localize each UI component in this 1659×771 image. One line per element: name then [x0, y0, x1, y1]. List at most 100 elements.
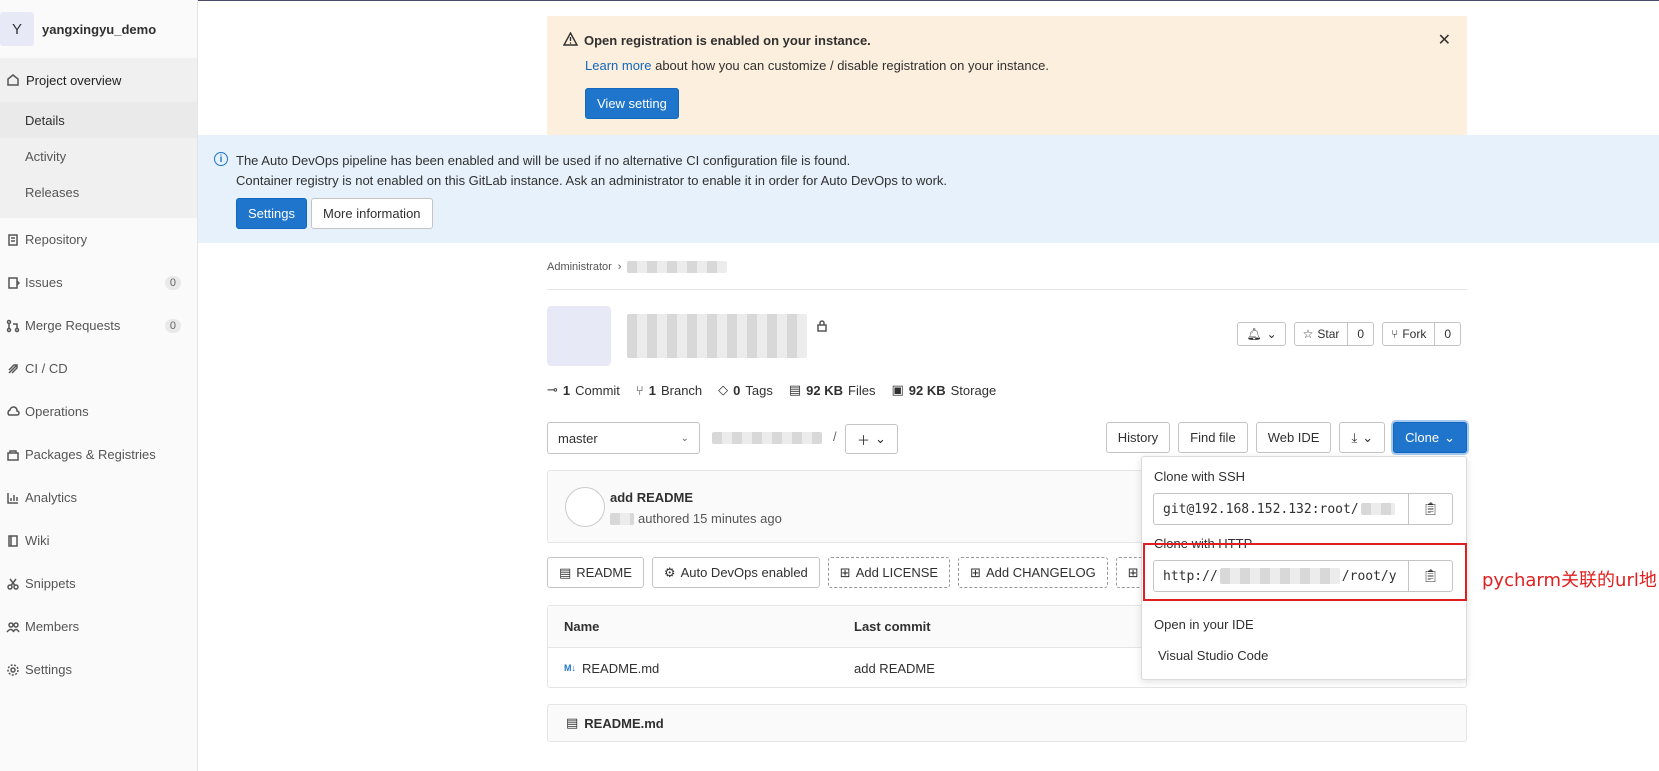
star-count[interactable]: 0: [1348, 327, 1373, 341]
button-label: Auto DevOps enabled: [680, 565, 808, 580]
auto-devops-actions: Settings More information: [236, 198, 433, 229]
fork-group[interactable]: ⑂ Fork 0: [1382, 322, 1461, 346]
file-name-cell[interactable]: M↓ README.md: [548, 661, 854, 676]
tag-icon: ◇: [718, 382, 729, 397]
stat-files[interactable]: ▤ 92 KB Files: [789, 382, 876, 398]
sidebar-item-repository[interactable]: Repository: [0, 218, 197, 261]
find-file-button[interactable]: Find file: [1178, 422, 1248, 453]
book-icon: [0, 534, 25, 548]
breadcrumb-root[interactable]: Administrator: [547, 261, 612, 273]
open-in-vscode-item[interactable]: Visual Studio Code: [1158, 648, 1268, 663]
sidebar-item-settings[interactable]: Settings: [0, 648, 197, 691]
sidebar-item-operations[interactable]: Operations: [0, 390, 197, 433]
sidebar-item-details[interactable]: Details: [0, 102, 197, 138]
stat-number: 1: [648, 382, 656, 398]
add-file-dropdown[interactable]: ＋ ⌄: [845, 424, 898, 454]
sidebar-item-wiki[interactable]: Wiki: [0, 519, 197, 562]
breadcrumb-project-redacted[interactable]: [627, 261, 728, 273]
sidebar-item-ci-cd[interactable]: CI / CD: [0, 347, 197, 390]
ssh-url-redacted: [1360, 503, 1395, 515]
last-commit-cell[interactable]: add README: [854, 661, 1154, 676]
more-information-button[interactable]: More information: [310, 198, 433, 229]
sidebar-item-releases[interactable]: Releases: [0, 174, 197, 210]
chevron-down-icon: ⌄: [1362, 429, 1374, 445]
add-changelog-button[interactable]: ⊞ Add CHANGELOG: [958, 557, 1108, 588]
project-shortcut-buttons: ▤ README ⚙ Auto DevOps enabled ⊞ Add LICENS…: [547, 557, 1172, 588]
scissors-icon: [0, 577, 25, 591]
star-group[interactable]: ☆ Star 0: [1293, 322, 1375, 346]
sidebar-item-label: Issues: [25, 275, 63, 290]
alert-title-text: Open registration is enabled on your ins…: [584, 33, 871, 48]
button-label: README: [576, 565, 632, 580]
history-button[interactable]: History: [1105, 422, 1171, 453]
sidebar-item-label: Analytics: [25, 490, 78, 505]
close-icon[interactable]: ✕: [1438, 30, 1451, 50]
settings-button[interactable]: Settings: [236, 198, 307, 229]
file-icon: ▤: [566, 715, 579, 730]
stat-commits[interactable]: ⊸ 1 Commit: [547, 382, 620, 398]
info-icon: i: [214, 152, 228, 166]
sidebar-item-label: CI / CD: [25, 361, 68, 376]
copy-ssh-button[interactable]: 📋︎: [1408, 494, 1452, 524]
download-button[interactable]: ⤓ ⌄: [1339, 422, 1386, 453]
breadcrumb: Administrator ›: [547, 261, 728, 273]
commit-author-avatar[interactable]: [565, 487, 605, 527]
stat-branches[interactable]: ⑂ 1 Branch: [636, 383, 702, 398]
commit-icon: ⊸: [547, 382, 558, 397]
plus-icon: ＋: [857, 432, 871, 448]
chevron-right-icon: ›: [617, 261, 622, 273]
sidebar-item-activity[interactable]: Activity: [0, 138, 197, 174]
notification-button[interactable]: 🔔︎ ⌄: [1237, 322, 1286, 346]
project-name[interactable]: yangxingyu_demo: [42, 22, 156, 37]
file-name[interactable]: README.md: [582, 661, 659, 676]
registration-alert-desc: Learn more about how you can customize /…: [585, 58, 1049, 73]
cloud-icon: [0, 405, 25, 419]
star-button[interactable]: ☆ Star: [1295, 323, 1349, 345]
sidebar-item-label: Merge Requests: [25, 318, 121, 333]
file-icon: ▤: [559, 564, 572, 580]
sidebar-item-project-overview[interactable]: Project overview: [0, 58, 197, 102]
gear-icon: ⚙: [663, 564, 676, 580]
sidebar-item-members[interactable]: Members: [0, 605, 197, 648]
column-header-name: Name: [564, 619, 600, 634]
project-avatar[interactable]: Y: [0, 12, 34, 46]
annotation-text: pycharm关联的url地: [1482, 570, 1657, 591]
sidebar-item-snippets[interactable]: Snippets: [0, 562, 197, 605]
clone-ssh-value[interactable]: git@192.168.152.132:root/: [1154, 494, 1408, 524]
plus-square-icon: ⊞: [839, 564, 851, 580]
readme-title[interactable]: README.md: [584, 716, 663, 731]
auto-devops-button[interactable]: ⚙ Auto DevOps enabled: [651, 557, 820, 588]
fork-count[interactable]: 0: [1435, 327, 1460, 341]
sidebar-item-label: Settings: [25, 662, 72, 677]
commit-author-redacted[interactable]: [610, 512, 634, 525]
package-icon: [0, 448, 25, 462]
fork-button[interactable]: ⑂ Fork: [1383, 323, 1436, 345]
sidebar-item-packages[interactable]: Packages & Registries: [0, 433, 197, 476]
repository-actions: History Find file Web IDE ⤓ ⌄ Clone ⌄: [1105, 422, 1467, 453]
view-setting-button[interactable]: View setting: [585, 88, 679, 119]
sidebar-item-label: Operations: [25, 404, 89, 419]
clone-ssh-field[interactable]: git@192.168.152.132:root/ 📋︎: [1153, 493, 1453, 525]
sidebar-item-analytics[interactable]: Analytics: [0, 476, 197, 519]
registration-alert: Open registration is enabled on your ins…: [547, 16, 1467, 135]
sidebar-header[interactable]: Y yangxingyu_demo: [0, 0, 197, 58]
stat-storage[interactable]: ▣ 92 KB Storage: [891, 382, 996, 398]
commit-message[interactable]: add README: [610, 490, 693, 505]
sidebar-item-issues[interactable]: Issues 0: [0, 261, 197, 304]
branch-select[interactable]: master ⌄: [547, 422, 700, 454]
web-ide-button[interactable]: Web IDE: [1255, 422, 1332, 453]
gear-icon: [0, 663, 25, 677]
clone-button[interactable]: Clone ⌄: [1393, 422, 1467, 453]
markdown-icon: M↓: [564, 663, 576, 673]
sidebar-item-label: Members: [25, 619, 80, 634]
stat-tags[interactable]: ◇ 0 Tags: [718, 382, 773, 398]
path-redacted[interactable]: [712, 432, 822, 444]
learn-more-link[interactable]: Learn more: [585, 58, 651, 73]
readme-button[interactable]: ▤ README: [547, 557, 644, 588]
sidebar-item-merge-requests[interactable]: Merge Requests 0: [0, 304, 197, 347]
add-license-button[interactable]: ⊞ Add LICENSE: [827, 557, 951, 588]
home-icon: [0, 73, 26, 87]
repository-icon: [0, 233, 25, 247]
clone-ssh-label: Clone with SSH: [1154, 469, 1246, 484]
sidebar-subgroup: Details Activity Releases: [0, 102, 197, 218]
